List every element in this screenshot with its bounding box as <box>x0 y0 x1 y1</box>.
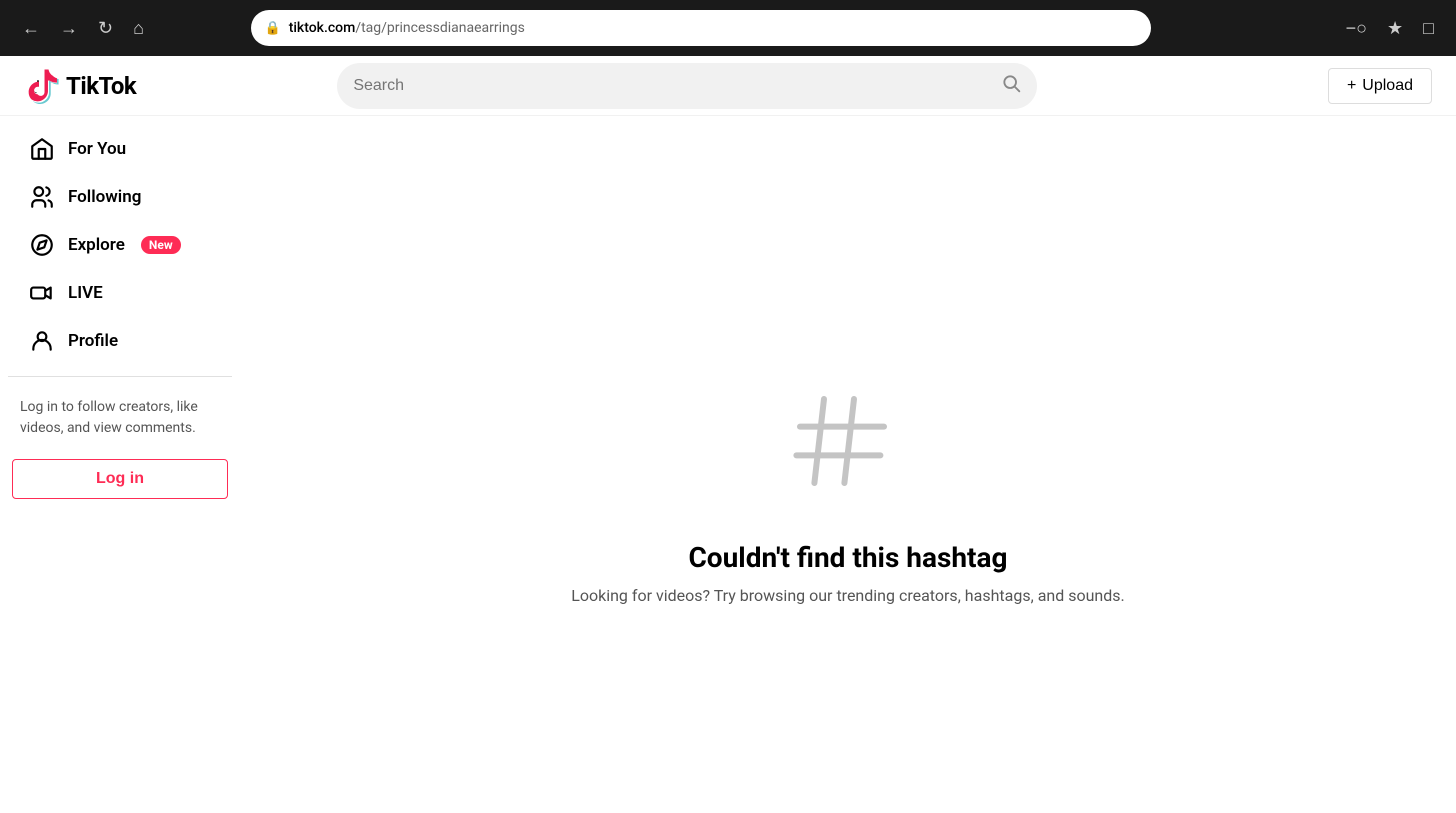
sidebar-item-for-you[interactable]: For You <box>8 126 232 172</box>
back-button[interactable]: ← <box>16 15 46 41</box>
zoom-out-button[interactable]: −○ <box>1340 14 1373 43</box>
search-bar[interactable] <box>337 63 1037 109</box>
upload-button[interactable]: + Upload <box>1328 68 1432 104</box>
upload-plus-icon: + <box>1347 77 1356 95</box>
address-bar[interactable]: 🔒 tiktok.com/tag/princessdianaearrings <box>251 10 1151 46</box>
reload-button[interactable]: ↻ <box>92 15 119 41</box>
browser-chrome: ← → ↻ ⌂ 🔒 tiktok.com/tag/princessdianaea… <box>0 0 1456 56</box>
sidebar: For You Following Explore <box>0 116 240 757</box>
upload-label: Upload <box>1362 77 1413 95</box>
login-button[interactable]: Log in <box>12 459 228 499</box>
lock-icon: 🔒 <box>265 21 281 36</box>
logo-link[interactable]: TikTok <box>24 68 184 104</box>
app-header: TikTok + Upload <box>0 56 1456 116</box>
home-button[interactable]: ⌂ <box>127 15 150 41</box>
search-icon[interactable] <box>1001 73 1021 98</box>
not-found-subtitle: Looking for videos? Try browsing our tre… <box>571 586 1125 605</box>
person-icon <box>28 328 56 354</box>
window-button[interactable]: □ <box>1417 14 1440 43</box>
not-found-title: Couldn't find this hashtag <box>688 541 1007 574</box>
search-bar-container <box>337 63 1037 109</box>
sidebar-item-following[interactable]: Following <box>8 174 232 220</box>
logo-text: TikTok <box>66 72 136 100</box>
main-content: Couldn't find this hashtag Looking for v… <box>240 172 1456 813</box>
for-you-label: For You <box>68 139 126 159</box>
hashtag-icon <box>788 381 908 517</box>
profile-label: Profile <box>68 331 118 351</box>
app-body: For You Following Explore <box>0 56 1456 813</box>
following-label: Following <box>68 187 141 207</box>
browser-nav-buttons: ← → ↻ ⌂ <box>16 15 150 41</box>
explore-label: Explore <box>68 235 125 255</box>
video-icon <box>28 280 56 306</box>
sidebar-item-explore[interactable]: Explore New <box>8 222 232 268</box>
house-icon <box>28 136 56 162</box>
sidebar-divider <box>8 376 232 377</box>
compass-icon <box>28 232 56 258</box>
live-label: LIVE <box>68 283 103 303</box>
tiktok-logo-icon <box>24 68 60 104</box>
sidebar-item-live[interactable]: LIVE <box>8 270 232 316</box>
bookmark-button[interactable]: ★ <box>1381 14 1409 43</box>
forward-button[interactable]: → <box>54 15 84 41</box>
login-prompt-text: Log in to follow creators, like videos, … <box>0 389 240 447</box>
address-text: tiktok.com/tag/princessdianaearrings <box>289 20 1137 36</box>
search-input[interactable] <box>353 77 993 95</box>
browser-actions: −○ ★ □ <box>1340 14 1440 43</box>
people-icon <box>28 184 56 210</box>
explore-new-badge: New <box>141 236 181 254</box>
sidebar-item-profile[interactable]: Profile <box>8 318 232 364</box>
